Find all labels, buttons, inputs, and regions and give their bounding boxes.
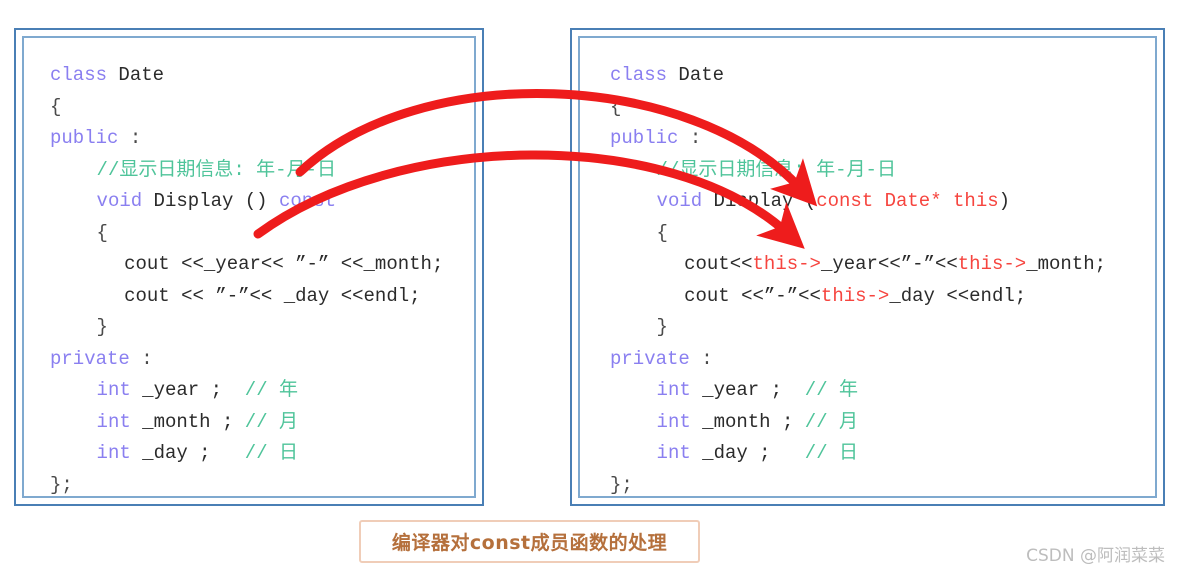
transformed-code-line-4-token-2: const Date* this xyxy=(816,190,999,212)
original-code-line-11: int _month ; // 月 xyxy=(50,407,470,439)
transformed-code-line-11-token-1: _month ; xyxy=(690,410,805,433)
transformed-code-line-7-token-2: _day <<endl; xyxy=(889,284,1027,307)
transformed-code-line-11: int _month ; // 月 xyxy=(610,407,1151,439)
original-code-line-4-token-0: void xyxy=(96,190,143,212)
code-panel-transformed-inner: class Date { public : //显示日期信息: 年-月-日 void D… xyxy=(578,36,1157,498)
transformed-code-line-11-token-2: // 月 xyxy=(804,410,859,433)
original-code-line-7: cout << ”-”<< _day <<endl; xyxy=(50,281,470,313)
caption-label: 编译器对const成员函数的处理 xyxy=(391,532,668,554)
transformed-code-line-6-token-2: _year<<”-”<< xyxy=(820,253,958,275)
original-code-line-11-token-2: // 月 xyxy=(244,410,299,433)
transformed-code-line-0-token-1: Date xyxy=(678,64,725,86)
transformed-code-line-2-token-1: : xyxy=(678,127,702,149)
transformed-code-line-10-token-1: _year ; xyxy=(690,379,805,401)
original-code-line-5-token-0: { xyxy=(96,221,108,244)
original-code-line-2-token-1: : xyxy=(118,127,142,149)
original-code-line-12: int _day ; // 日 xyxy=(50,438,470,470)
transformed-code-line-0: class Date xyxy=(610,60,1151,92)
transformed-code-line-4-token-1: Display ( xyxy=(702,190,817,212)
original-code-line-13-token-0: }; xyxy=(50,473,73,496)
transformed-code-line-5: { xyxy=(610,218,1151,250)
caption-box: 编译器对const成员函数的处理 xyxy=(359,520,700,563)
transformed-code-line-12-token-1: _day ; xyxy=(690,442,805,464)
original-code-line-4-token-1: Display () xyxy=(142,190,279,212)
transformed-code-line-9: private : xyxy=(610,344,1151,376)
code-panel-transformed: class Date { public : //显示日期信息: 年-月-日 void D… xyxy=(570,28,1165,506)
original-code-line-9: private : xyxy=(50,344,470,376)
original-code-line-1-token-0: { xyxy=(50,95,62,118)
original-code-line-10-token-0: int xyxy=(96,379,131,401)
original-code-line-12-token-1: _day ; xyxy=(130,442,245,464)
original-code-line-7-token-0: cout << ”-”<< _day <<endl; xyxy=(124,284,421,307)
original-code-line-9-token-0: private xyxy=(50,347,130,370)
original-code-line-0: class Date xyxy=(50,60,470,92)
original-code-line-12-token-2: // 日 xyxy=(244,442,299,464)
transformed-code-line-7-token-1: this-> xyxy=(820,284,890,307)
transformed-code-line-4: void Display (const Date* this) xyxy=(610,186,1151,218)
transformed-code-line-7-token-0: cout <<”-”<< xyxy=(684,284,821,307)
original-code-line-6: cout <<_year<< ”-” <<_month; xyxy=(50,249,470,281)
transformed-code-line-12-token-2: // 日 xyxy=(804,442,859,464)
original-code-line-5: { xyxy=(50,218,470,250)
transformed-code-line-4-token-0: void xyxy=(656,190,703,212)
code-block-transformed: class Date { public : //显示日期信息: 年-月-日 void D… xyxy=(610,60,1151,497)
original-code-line-8: } xyxy=(50,312,470,344)
original-code-line-8-token-0: } xyxy=(96,316,108,338)
original-code-line-3: //显示日期信息: 年-月-日 xyxy=(50,155,470,187)
transformed-code-line-3: //显示日期信息: 年-月-日 xyxy=(610,155,1151,187)
transformed-code-line-6: cout<<this->_year<<”-”<<this->_month; xyxy=(610,249,1151,281)
original-code-line-3-token-0: //显示日期信息: 年-月-日 xyxy=(96,158,336,181)
original-code-line-11-token-1: _month ; xyxy=(130,410,245,433)
original-code-line-0-token-1: Date xyxy=(118,64,165,86)
transformed-code-line-9-token-1: : xyxy=(689,347,713,370)
code-panel-original-inner: class Date { public : //显示日期信息: 年-月-日 void D… xyxy=(22,36,476,498)
original-code-line-11-token-0: int xyxy=(96,410,131,433)
transformed-code-line-9-token-0: private xyxy=(610,347,690,370)
transformed-code-line-2: public : xyxy=(610,123,1151,155)
watermark-label: CSDN @阿润菜菜 xyxy=(1026,546,1165,566)
transformed-code-line-5-token-0: { xyxy=(656,221,668,244)
transformed-code-line-1: { xyxy=(610,92,1151,124)
original-code-line-12-token-0: int xyxy=(96,442,131,464)
transformed-code-line-6-token-3: this-> xyxy=(957,253,1027,275)
transformed-code-line-1-token-0: { xyxy=(610,95,622,118)
transformed-code-line-10-token-2: // 年 xyxy=(804,379,859,401)
original-code-line-10-token-1: _year ; xyxy=(130,379,245,401)
original-code-line-10: int _year ; // 年 xyxy=(50,375,470,407)
transformed-code-line-8: } xyxy=(610,312,1151,344)
transformed-code-line-4-token-3: ) xyxy=(998,190,1011,212)
transformed-code-line-8-token-0: } xyxy=(656,316,668,338)
transformed-code-line-6-token-4: _month; xyxy=(1026,253,1107,275)
code-panel-original: class Date { public : //显示日期信息: 年-月-日 void D… xyxy=(14,28,484,506)
original-code-line-13: }; xyxy=(50,470,470,497)
original-code-line-1: { xyxy=(50,92,470,124)
transformed-code-line-13-token-0: }; xyxy=(610,473,633,496)
transformed-code-line-13: }; xyxy=(610,470,1151,497)
transformed-code-line-12: int _day ; // 日 xyxy=(610,438,1151,470)
transformed-code-line-2-token-0: public xyxy=(610,127,679,149)
transformed-code-line-6-token-0: cout<< xyxy=(684,253,753,275)
transformed-code-line-10: int _year ; // 年 xyxy=(610,375,1151,407)
transformed-code-line-11-token-0: int xyxy=(656,410,691,433)
original-code-line-10-token-2: // 年 xyxy=(244,379,299,401)
transformed-code-line-12-token-0: int xyxy=(656,442,691,464)
transformed-code-line-6-token-1: this-> xyxy=(752,253,821,275)
original-code-line-0-token-0: class xyxy=(50,64,119,86)
original-code-line-9-token-1: : xyxy=(129,347,153,370)
original-code-line-2-token-0: public xyxy=(50,127,119,149)
original-code-line-6-token-0: cout <<_year<< ”-” <<_month; xyxy=(124,253,444,275)
transformed-code-line-3-token-0: //显示日期信息: 年-月-日 xyxy=(656,158,896,181)
original-code-line-2: public : xyxy=(50,123,470,155)
transformed-code-line-10-token-0: int xyxy=(656,379,691,401)
original-code-line-4-token-2: const xyxy=(278,190,336,212)
code-block-original: class Date { public : //显示日期信息: 年-月-日 void D… xyxy=(50,60,470,497)
transformed-code-line-7: cout <<”-”<<this->_day <<endl; xyxy=(610,281,1151,313)
transformed-code-line-0-token-0: class xyxy=(610,64,679,86)
original-code-line-4: void Display () const xyxy=(50,186,470,218)
